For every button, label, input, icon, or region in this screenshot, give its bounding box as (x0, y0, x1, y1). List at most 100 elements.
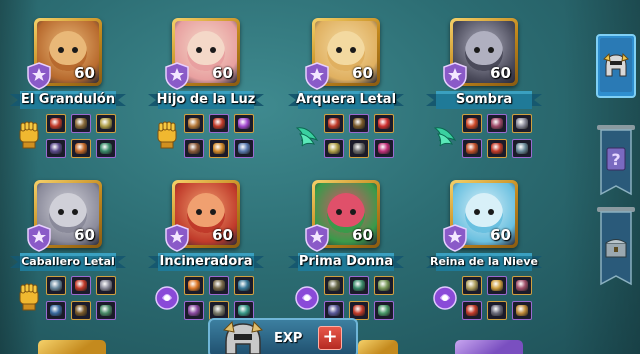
hero-card[interactable]: 60 Prima Donna (286, 180, 406, 330)
gear-slot[interactable] (374, 139, 394, 158)
gear-slot[interactable] (71, 139, 91, 158)
hero-name-banner: Hijo de la Luz (148, 90, 264, 110)
gear-slot[interactable] (462, 276, 482, 295)
gear-slot[interactable] (324, 114, 344, 133)
gear-slot[interactable] (71, 301, 91, 320)
hero-card[interactable]: 60 Caballero Letal (8, 180, 128, 330)
gear-slot[interactable] (462, 301, 482, 320)
gear-slot[interactable] (487, 301, 507, 320)
gear-slot[interactable] (349, 139, 369, 158)
hero-eye (350, 46, 356, 53)
gear-slot[interactable] (234, 276, 254, 295)
fist-icon (19, 121, 39, 149)
hero-card[interactable]: 60 Hijo de la Luz (146, 18, 266, 168)
rank-shield-icon (305, 224, 329, 252)
gear-slot[interactable] (209, 276, 229, 295)
hero-name: Prima Donna (298, 254, 394, 269)
gear-slot[interactable] (324, 276, 344, 295)
hero-card-peek[interactable] (38, 340, 106, 354)
tab-chest[interactable] (596, 206, 636, 286)
gear-slot[interactable] (349, 276, 369, 295)
gear-slot[interactable] (184, 301, 204, 320)
gear-slot[interactable] (512, 301, 532, 320)
hero-eye (58, 208, 64, 215)
gear-item-icon (466, 280, 478, 291)
gear-slot[interactable] (71, 276, 91, 295)
gear-item-icon (516, 280, 528, 291)
gear-slot[interactable] (324, 139, 344, 158)
gear-item-icon (50, 305, 62, 316)
gear-item-icon (100, 305, 112, 316)
gear-item-icon (491, 305, 503, 316)
rank-shield-icon (443, 62, 467, 90)
gear-slot[interactable] (234, 139, 254, 158)
chest-icon (605, 239, 627, 258)
gear-slot[interactable] (512, 114, 532, 133)
gear-item-icon (75, 305, 87, 316)
hero-card-peek[interactable] (358, 340, 398, 354)
gear-slot[interactable] (96, 276, 116, 295)
hero-card[interactable]: 60 Incineradora (146, 180, 266, 330)
gear-slot[interactable] (374, 301, 394, 320)
gear-slot[interactable] (512, 139, 532, 158)
hero-card[interactable]: 60 Arquera Letal (286, 18, 406, 168)
gear-slot[interactable] (184, 276, 204, 295)
gear-slot[interactable] (96, 114, 116, 133)
gear-slot[interactable] (487, 276, 507, 295)
gear-item-icon (491, 143, 503, 154)
gear-slot[interactable] (234, 114, 254, 133)
gear-slot[interactable] (46, 301, 66, 320)
gear-item-icon (353, 305, 365, 316)
gear-item-icon (353, 143, 365, 154)
hero-level: 60 (352, 64, 373, 82)
wing-icon (295, 127, 319, 147)
rank-shield-icon (27, 224, 51, 252)
hero-eye (336, 46, 342, 53)
gear-slots (46, 114, 120, 160)
hero-card-peek[interactable] (455, 340, 523, 354)
gear-slot[interactable] (487, 139, 507, 158)
gear-slot[interactable] (184, 139, 204, 158)
exp-bar[interactable]: EXP + (208, 318, 358, 354)
hero-card[interactable]: 60 Sombra (424, 18, 544, 168)
hero-name: El Grandulón (20, 92, 116, 107)
gear-slot[interactable] (209, 114, 229, 133)
hero-level: 60 (212, 226, 233, 244)
gear-slot[interactable] (374, 276, 394, 295)
hero-card[interactable]: 60 El Grandulón (8, 18, 128, 168)
gear-slot[interactable] (374, 114, 394, 133)
gear-item-icon (466, 305, 478, 316)
gear-slot[interactable] (71, 114, 91, 133)
add-exp-button[interactable]: + (318, 326, 342, 350)
gear-item-icon (466, 143, 478, 154)
gear-slot[interactable] (462, 139, 482, 158)
gear-slots (462, 114, 536, 160)
gear-slot[interactable] (512, 276, 532, 295)
gear-slot[interactable] (462, 114, 482, 133)
tab-heroes[interactable] (596, 34, 636, 108)
gear-slots (184, 276, 258, 322)
gear-item-icon (100, 280, 112, 291)
gear-slots (324, 114, 398, 160)
gear-slot[interactable] (46, 114, 66, 133)
gear-slot[interactable] (349, 114, 369, 133)
gear-slot[interactable] (209, 139, 229, 158)
gear-slot[interactable] (487, 114, 507, 133)
magic-orb-icon (155, 286, 179, 310)
gear-slot[interactable] (46, 276, 66, 295)
gear-slot[interactable] (96, 139, 116, 158)
gear-slot[interactable] (46, 139, 66, 158)
hero-name: Incineradora (159, 254, 253, 269)
hero-level: 60 (352, 226, 373, 244)
gear-item-icon (328, 280, 340, 291)
gear-slot[interactable] (184, 114, 204, 133)
gear-item-icon (516, 143, 528, 154)
hero-card[interactable]: 60 Reina de la Nieve (424, 180, 544, 330)
gear-slot[interactable] (96, 301, 116, 320)
hero-name: Sombra (455, 92, 513, 107)
gear-item-icon (378, 280, 390, 291)
gear-item-icon (238, 305, 250, 316)
gear-slots (324, 276, 398, 322)
gear-item-icon (50, 280, 62, 291)
tab-quests[interactable]: ? (596, 124, 636, 198)
